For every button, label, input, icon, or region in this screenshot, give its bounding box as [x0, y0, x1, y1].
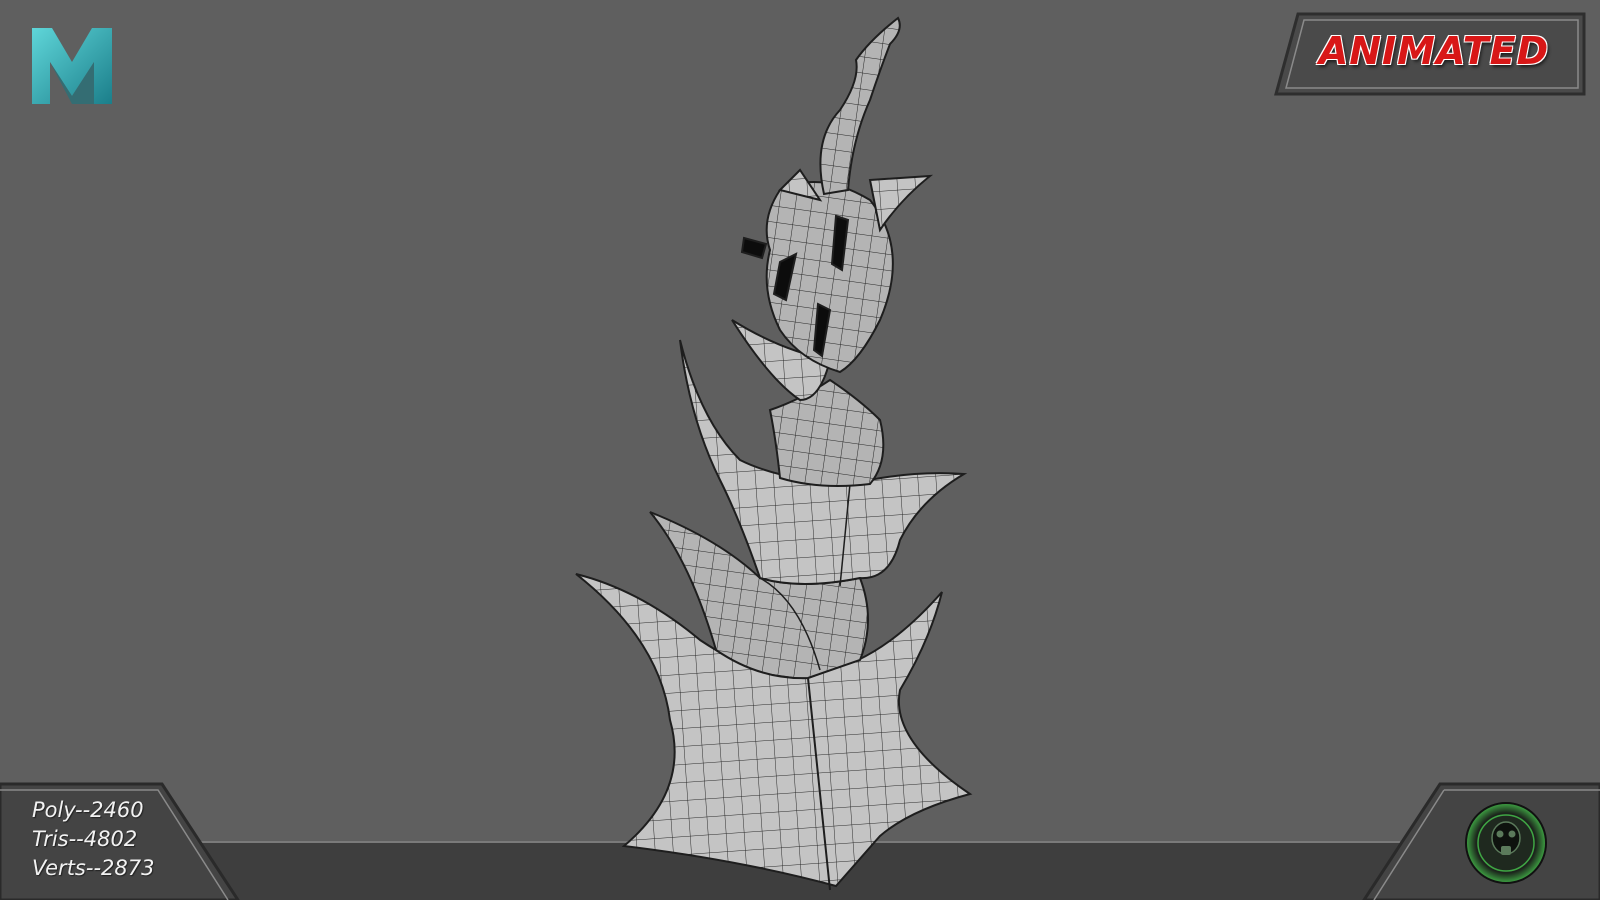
viewport[interactable] — [0, 0, 1600, 900]
poly-count: Poly--2460 — [32, 798, 144, 822]
maya-logo-icon — [32, 28, 112, 104]
verts-count: Verts--2873 — [32, 856, 155, 880]
mesh-stats-panel: Poly--2460 Tris--4802 Verts--2873 — [32, 796, 154, 883]
animated-badge-label: ANIMATED — [1318, 29, 1550, 73]
tower-model — [575, 16, 973, 891]
gas-mask-emblem-icon — [1465, 802, 1547, 884]
tris-count: Tris--4802 — [32, 827, 138, 851]
